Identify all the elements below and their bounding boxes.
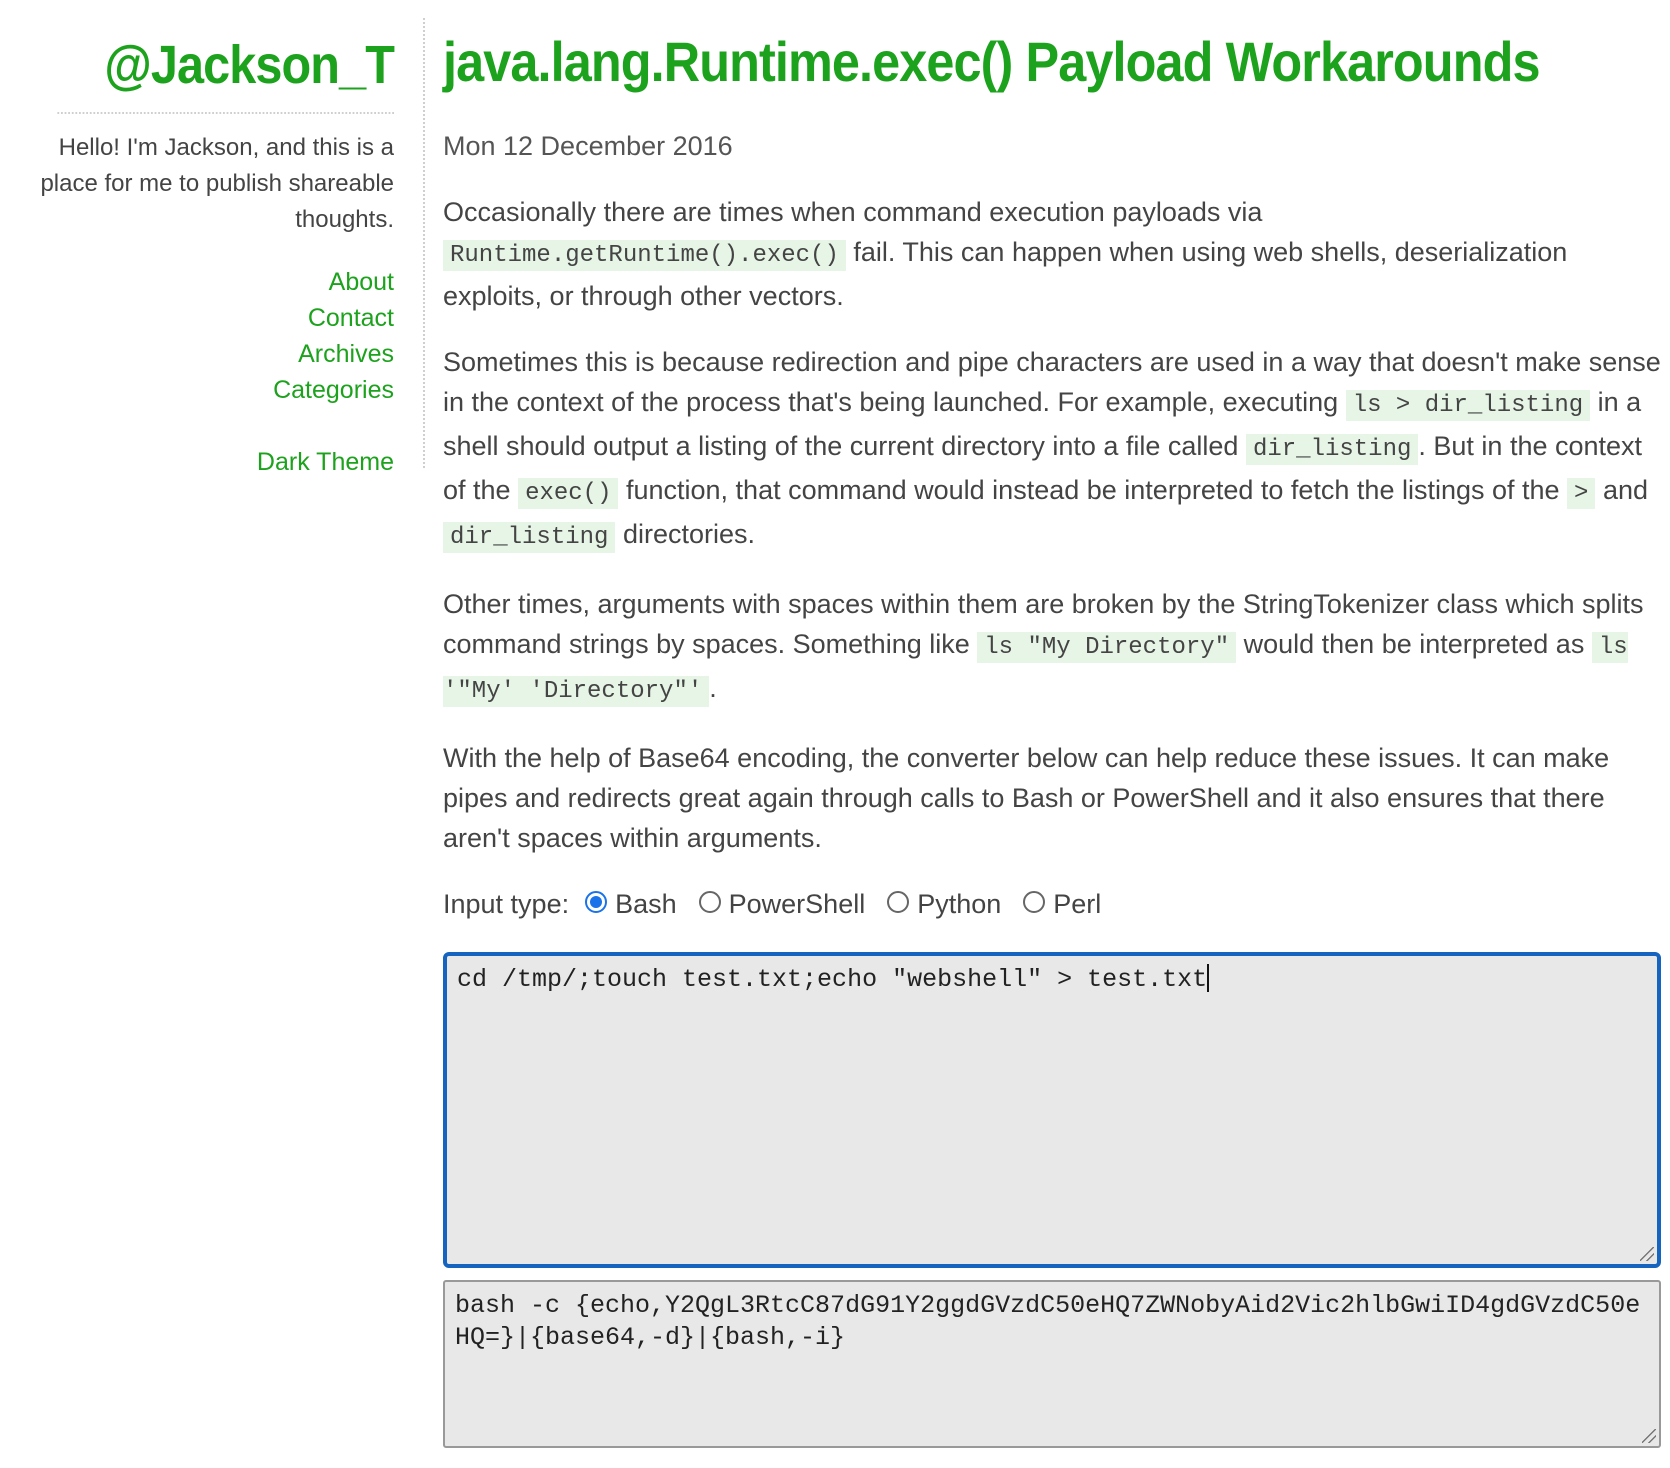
radio-button[interactable] [698, 891, 721, 913]
inline-code: exec() [518, 478, 619, 509]
encoded-output-value: bash -c {echo,Y2QgL3RtcC87dG91Y2ggdGVzdC… [455, 1291, 1641, 1352]
radio-powershell[interactable]: PowerShell [698, 884, 866, 924]
radio-python[interactable]: Python [887, 884, 1001, 924]
paragraph-1: Occasionally there are times when comman… [443, 192, 1661, 316]
input-type-selector: Input type: Bash PowerShell Python Perl [443, 884, 1661, 924]
nav-about-link[interactable]: About [20, 264, 394, 300]
radio-label[interactable]: Python [917, 884, 1001, 924]
text: and [1595, 475, 1649, 505]
input-type-label: Input type: [443, 889, 570, 919]
main-content: java.lang.Runtime.exec() Payload Workaro… [443, 24, 1661, 1448]
radio-button-checked[interactable] [585, 891, 608, 913]
inline-code: ls "My Directory" [977, 632, 1237, 663]
sidebar-divider [423, 18, 425, 468]
resize-handle-icon[interactable] [1640, 1247, 1654, 1261]
radio-button[interactable] [1023, 891, 1046, 913]
sidebar: @Jackson_T Hello! I'm Jackson, and this … [20, 32, 394, 480]
radio-label[interactable]: Bash [615, 884, 677, 924]
radio-perl[interactable]: Perl [1023, 884, 1101, 924]
radio-bash[interactable]: Bash [585, 884, 677, 924]
post-title[interactable]: java.lang.Runtime.exec() Payload Workaro… [443, 24, 1540, 100]
command-input-textarea[interactable]: cd /tmp/;touch test.txt;echo "webshell" … [443, 952, 1661, 1268]
nav-archives-link[interactable]: Archives [20, 336, 394, 372]
resize-handle-icon[interactable] [1642, 1429, 1656, 1443]
post-date: Mon 12 December 2016 [443, 131, 733, 161]
encoded-output-textarea[interactable]: bash -c {echo,Y2QgL3RtcC87dG91Y2ggdGVzdC… [443, 1280, 1661, 1448]
radio-button[interactable] [887, 891, 910, 913]
dark-theme-toggle[interactable]: Dark Theme [20, 444, 394, 480]
site-title[interactable]: @Jackson_T [57, 32, 395, 114]
text: . [709, 673, 717, 703]
text: directories. [615, 519, 755, 549]
text-cursor [1207, 964, 1210, 992]
text: would then be interpreted as [1236, 629, 1592, 659]
inline-code: Runtime.getRuntime().exec() [443, 240, 846, 271]
command-input-value: cd /tmp/;touch test.txt;echo "webshell" … [457, 965, 1208, 994]
site-description: Hello! I'm Jackson, and this is a place … [40, 134, 394, 233]
paragraph-4: With the help of Base64 encoding, the co… [443, 743, 1610, 853]
inline-code: dir_listing [1245, 434, 1419, 465]
radio-label[interactable]: PowerShell [729, 884, 866, 924]
inline-code: ls > dir_listing [1345, 390, 1591, 421]
paragraph-2: Sometimes this is because redirection an… [443, 342, 1661, 558]
inline-code: dir_listing [443, 522, 616, 553]
nav-contact-link[interactable]: Contact [20, 300, 394, 336]
paragraph-3: Other times, arguments with spaces withi… [443, 584, 1661, 712]
radio-label[interactable]: Perl [1053, 884, 1101, 924]
inline-code: > [1567, 478, 1596, 509]
text: function, that command would instead be … [618, 475, 1568, 505]
nav-categories-link[interactable]: Categories [20, 372, 394, 408]
text: Occasionally there are times when comman… [443, 197, 1263, 227]
